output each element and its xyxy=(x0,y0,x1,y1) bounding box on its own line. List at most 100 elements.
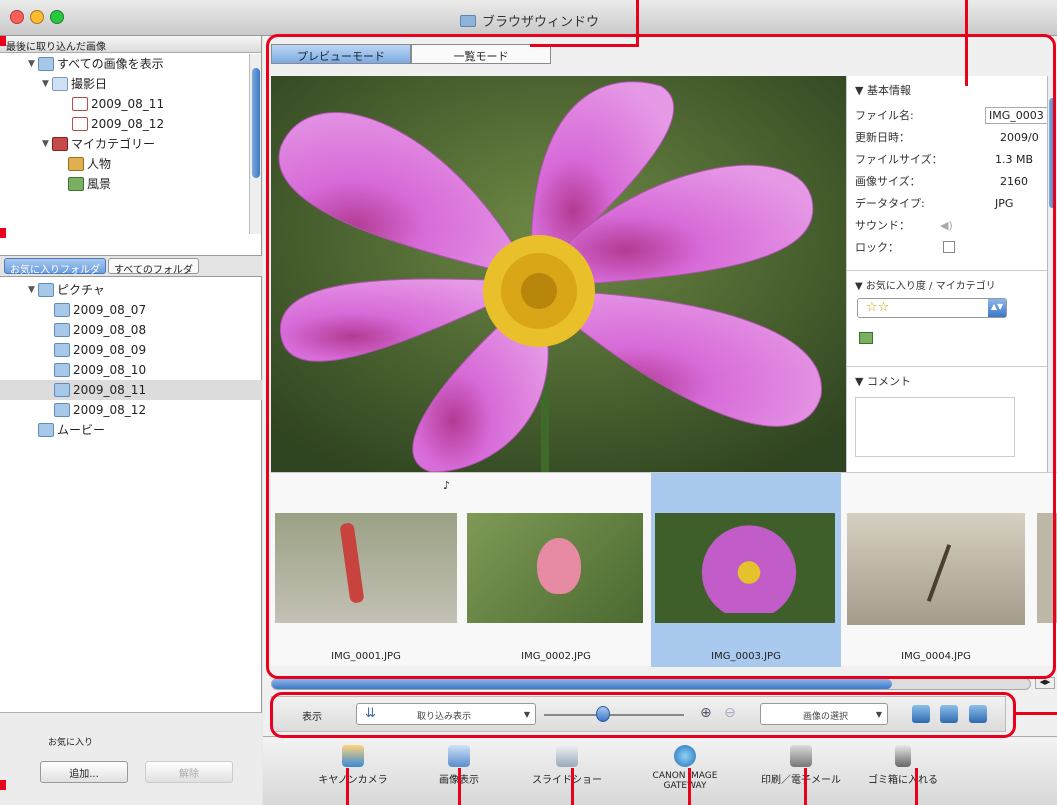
thumbnail-scrollbar[interactable] xyxy=(271,678,1031,690)
tree-label: 人物 xyxy=(87,157,112,171)
annotation-toolbar xyxy=(270,692,1016,738)
slideshow-button[interactable]: スライドショー xyxy=(507,745,627,786)
canon-camera-button[interactable]: キヤノンカメラ xyxy=(293,745,413,786)
folder-icon xyxy=(54,363,70,377)
pictures-folder-icon xyxy=(38,283,54,297)
annotation-line xyxy=(1016,712,1057,715)
folder-label: 2009_08_11 xyxy=(73,383,147,397)
folder-label: 2009_08_12 xyxy=(73,403,147,417)
favorites-box: お気に入り 追加... 解除 xyxy=(0,712,262,805)
left-pane: 最後に取り込んだ画像 ▼ すべての画像を表示 ▼ 撮影日 2009_08_11 20… xyxy=(0,36,262,805)
folder-list: ▼ ピクチャ 2009_08_07 2009_08_08 2009_08_09 2… xyxy=(0,280,262,440)
camera-icon xyxy=(342,745,364,767)
photos-icon xyxy=(38,57,54,71)
action-bar: キヤノンカメラ 画像表示 スライドショー CANON IMAGE GATEWAY… xyxy=(263,736,1057,805)
remove-favorite-button[interactable]: 解除 xyxy=(145,761,233,783)
folder-item[interactable]: 2009_08_09 xyxy=(0,340,262,360)
folder-label: 2009_08_08 xyxy=(73,323,147,337)
folder-icon xyxy=(54,303,70,317)
button-label: CANON IMAGE GATEWAY xyxy=(652,771,718,791)
folder-item[interactable]: 2009_08_07 xyxy=(0,300,262,320)
folder-item[interactable]: 2009_08_12 xyxy=(0,400,262,420)
annotation-line xyxy=(571,768,574,805)
tree-label: 風景 xyxy=(87,177,112,191)
button-label: キヤノンカメラ xyxy=(318,775,388,786)
folder-item[interactable]: 2009_08_10 xyxy=(0,360,262,380)
recent-header: 最後に取り込んだ画像 xyxy=(0,36,261,53)
disclosure-icon[interactable]: ▼ xyxy=(28,280,38,300)
folder-label: ムービー xyxy=(57,423,106,437)
folder-item[interactable]: 2009_08_08 xyxy=(0,320,262,340)
folder-label: ピクチャ xyxy=(57,283,105,297)
disclosure-icon[interactable]: ▼ xyxy=(42,134,52,154)
people-icon xyxy=(68,157,84,171)
movie-folder-icon xyxy=(38,423,54,437)
trash-icon xyxy=(895,745,911,767)
title-bar: ブラウザウィンドウ xyxy=(0,0,1057,36)
move-to-trash-button[interactable]: ゴミ箱に入れる xyxy=(843,745,963,786)
library-tree: ▼ すべての画像を表示 ▼ 撮影日 2009_08_11 2009_08_12 ▼ マ… xyxy=(0,54,250,236)
tree-item[interactable]: ▼ マイカテゴリー xyxy=(0,134,250,154)
folder-item[interactable]: ムービー xyxy=(0,420,262,440)
calendar-icon xyxy=(72,117,88,131)
annotation-line xyxy=(0,228,6,238)
disclosure-icon[interactable]: ▼ xyxy=(42,74,52,94)
globe-icon xyxy=(674,745,696,767)
folder-label: 2009_08_09 xyxy=(73,343,147,357)
tree-item[interactable]: 風景 xyxy=(0,174,250,194)
tree-label: 撮影日 xyxy=(71,77,108,91)
window-title-wrap: ブラウザウィンドウ xyxy=(460,11,599,30)
printer-icon xyxy=(790,745,812,767)
button-label: ゴミ箱に入れる xyxy=(868,775,938,786)
minimize-icon[interactable] xyxy=(30,10,44,24)
tab-all-folders[interactable]: すべてのフォルダ xyxy=(108,258,199,276)
folder-tabs: お気に入りフォルダ すべてのフォルダ xyxy=(0,255,262,277)
tree-scrollbar[interactable] xyxy=(249,54,261,234)
annotation-line xyxy=(965,0,968,86)
scroll-thumb[interactable] xyxy=(252,68,260,178)
window-title: ブラウザウィンドウ xyxy=(482,15,600,30)
annotation-line xyxy=(0,36,6,46)
folder-item[interactable]: ▼ ピクチャ xyxy=(0,280,262,300)
tab-favorite-folders[interactable]: お気に入りフォルダ xyxy=(4,258,106,276)
annotation-line xyxy=(530,44,639,47)
calendar-group-icon xyxy=(52,77,68,91)
annotation-line xyxy=(458,768,461,805)
slideshow-icon xyxy=(556,745,578,767)
close-icon[interactable] xyxy=(10,10,24,24)
annotation-line xyxy=(346,768,349,805)
annotation-line xyxy=(915,768,918,805)
tree-label: すべての画像を表示 xyxy=(57,57,164,71)
tree-label: 2009_08_11 xyxy=(91,97,165,111)
favorites-label: お気に入り xyxy=(48,738,94,748)
calendar-icon xyxy=(72,97,88,111)
tree-label: 2009_08_12 xyxy=(91,117,165,131)
add-favorite-button[interactable]: 追加... xyxy=(40,761,128,783)
folder-icon xyxy=(460,14,476,27)
zoom-icon[interactable] xyxy=(50,10,64,24)
tree-item[interactable]: ▼ すべての画像を表示 xyxy=(0,54,250,74)
folder-item-selected[interactable]: 2009_08_11 xyxy=(0,380,262,400)
canon-image-gateway-button[interactable]: CANON IMAGE GATEWAY xyxy=(625,745,745,791)
category-icon xyxy=(52,137,68,151)
annotation-line xyxy=(804,768,807,805)
annotation-line xyxy=(688,768,691,805)
button-label: スライドショー xyxy=(532,775,602,786)
annotation-line xyxy=(636,0,639,46)
browser-window: ブラウザウィンドウ 最後に取り込んだ画像 ▼ すべての画像を表示 ▼ 撮影日 200… xyxy=(0,0,1057,805)
scroll-thumb[interactable] xyxy=(272,679,892,689)
folder-label: 2009_08_07 xyxy=(73,303,147,317)
folder-icon xyxy=(54,343,70,357)
tree-item[interactable]: ▼ 撮影日 xyxy=(0,74,250,94)
tree-item[interactable]: 2009_08_12 xyxy=(0,114,250,134)
folder-icon xyxy=(54,323,70,337)
button-label: 印刷／電子メール xyxy=(761,775,841,786)
tree-item[interactable]: 2009_08_11 xyxy=(0,94,250,114)
folder-icon xyxy=(54,383,70,397)
tree-item[interactable]: 人物 xyxy=(0,154,250,174)
landscape-icon xyxy=(68,177,84,191)
annotation-line xyxy=(0,780,6,790)
folder-icon xyxy=(54,403,70,417)
annotation-main-area xyxy=(266,34,1056,679)
disclosure-icon[interactable]: ▼ xyxy=(28,54,38,74)
